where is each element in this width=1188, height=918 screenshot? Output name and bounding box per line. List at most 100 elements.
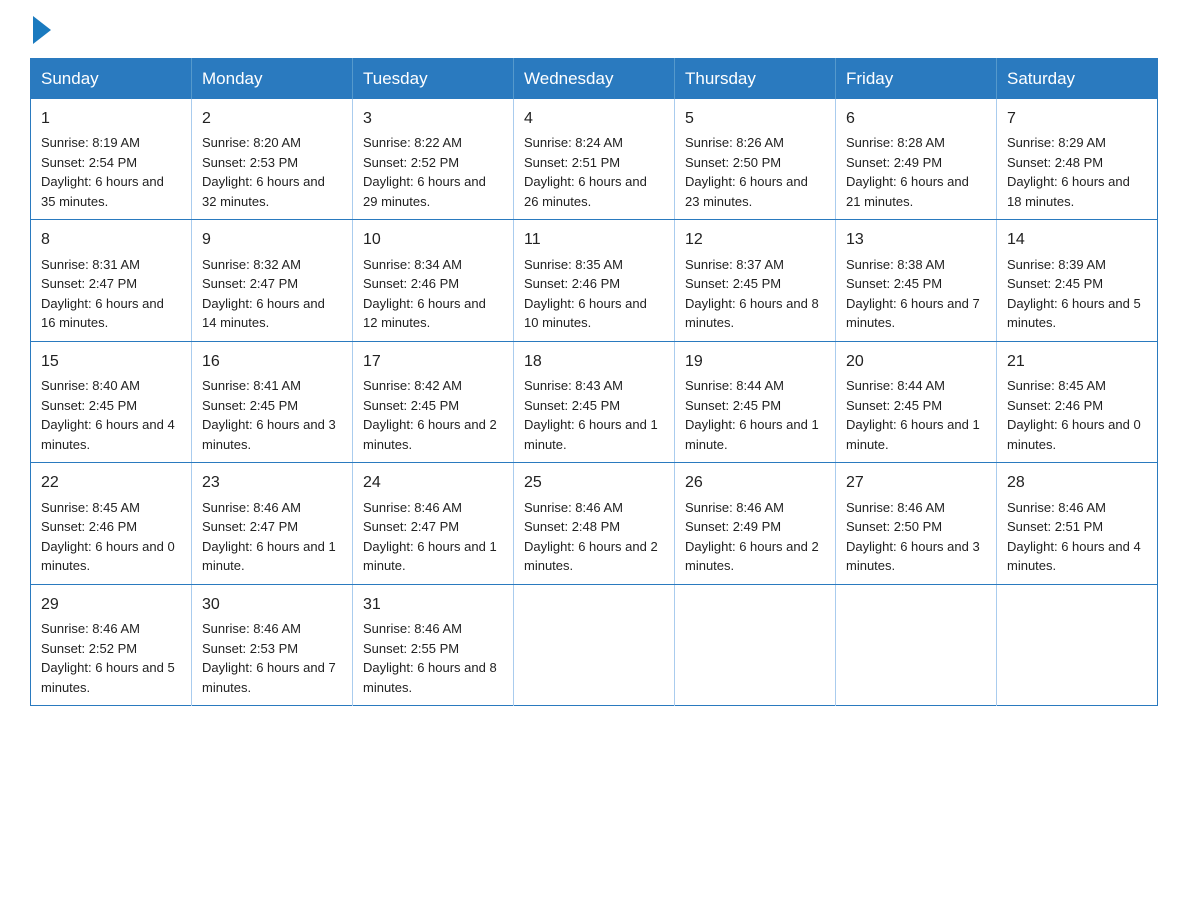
logo-arrow-icon [33, 16, 51, 44]
day-info: Sunrise: 8:32 AMSunset: 2:47 PMDaylight:… [202, 257, 325, 331]
calendar-cell: 8Sunrise: 8:31 AMSunset: 2:47 PMDaylight… [31, 220, 192, 341]
day-info: Sunrise: 8:38 AMSunset: 2:45 PMDaylight:… [846, 257, 980, 331]
calendar-cell: 5 Sunrise: 8:26 AMSunset: 2:50 PMDaylight… [675, 99, 836, 220]
day-number: 15 [41, 350, 181, 373]
day-number: 2 [202, 107, 342, 130]
day-info: Sunrise: 8:45 AMSunset: 2:46 PMDaylight:… [41, 500, 175, 574]
calendar-week-4: 22 Sunrise: 8:45 AMSunset: 2:46 PMDayligh… [31, 463, 1158, 584]
column-header-friday: Friday [836, 59, 997, 100]
day-number: 10 [363, 228, 503, 251]
calendar-cell [675, 584, 836, 705]
calendar-cell: 20 Sunrise: 8:44 AMSunset: 2:45 PMDayligh… [836, 341, 997, 462]
calendar-cell: 14Sunrise: 8:39 AMSunset: 2:45 PMDayligh… [997, 220, 1158, 341]
day-number: 8 [41, 228, 181, 251]
column-header-wednesday: Wednesday [514, 59, 675, 100]
day-number: 7 [1007, 107, 1147, 130]
column-header-saturday: Saturday [997, 59, 1158, 100]
day-info: Sunrise: 8:40 AMSunset: 2:45 PMDaylight:… [41, 378, 175, 452]
day-number: 25 [524, 471, 664, 494]
day-info: Sunrise: 8:44 AMSunset: 2:45 PMDaylight:… [846, 378, 980, 452]
column-header-sunday: Sunday [31, 59, 192, 100]
calendar-cell: 15 Sunrise: 8:40 AMSunset: 2:45 PMDayligh… [31, 341, 192, 462]
calendar-cell: 6 Sunrise: 8:28 AMSunset: 2:49 PMDaylight… [836, 99, 997, 220]
calendar-cell: 19 Sunrise: 8:44 AMSunset: 2:45 PMDayligh… [675, 341, 836, 462]
calendar-week-1: 1 Sunrise: 8:19 AMSunset: 2:54 PMDaylight… [31, 99, 1158, 220]
day-info: Sunrise: 8:45 AMSunset: 2:46 PMDaylight:… [1007, 378, 1141, 452]
day-info: Sunrise: 8:37 AMSunset: 2:45 PMDaylight:… [685, 257, 819, 331]
calendar-cell: 23 Sunrise: 8:46 AMSunset: 2:47 PMDayligh… [192, 463, 353, 584]
day-number: 6 [846, 107, 986, 130]
day-info: Sunrise: 8:46 AMSunset: 2:49 PMDaylight:… [685, 500, 819, 574]
day-number: 4 [524, 107, 664, 130]
calendar-week-5: 29 Sunrise: 8:46 AMSunset: 2:52 PMDayligh… [31, 584, 1158, 705]
day-info: Sunrise: 8:46 AMSunset: 2:47 PMDaylight:… [363, 500, 497, 574]
calendar-cell: 10 Sunrise: 8:34 AMSunset: 2:46 PMDayligh… [353, 220, 514, 341]
day-number: 13 [846, 228, 986, 251]
day-number: 27 [846, 471, 986, 494]
day-info: Sunrise: 8:46 AMSunset: 2:52 PMDaylight:… [41, 621, 175, 695]
column-header-tuesday: Tuesday [353, 59, 514, 100]
column-header-thursday: Thursday [675, 59, 836, 100]
day-number: 21 [1007, 350, 1147, 373]
day-number: 28 [1007, 471, 1147, 494]
day-info: Sunrise: 8:44 AMSunset: 2:45 PMDaylight:… [685, 378, 819, 452]
day-info: Sunrise: 8:26 AMSunset: 2:50 PMDaylight:… [685, 135, 808, 209]
day-number: 3 [363, 107, 503, 130]
calendar-cell: 9Sunrise: 8:32 AMSunset: 2:47 PMDaylight… [192, 220, 353, 341]
day-number: 5 [685, 107, 825, 130]
day-info: Sunrise: 8:35 AMSunset: 2:46 PMDaylight:… [524, 257, 647, 331]
day-number: 26 [685, 471, 825, 494]
calendar-cell: 29 Sunrise: 8:46 AMSunset: 2:52 PMDayligh… [31, 584, 192, 705]
day-number: 16 [202, 350, 342, 373]
day-info: Sunrise: 8:34 AMSunset: 2:46 PMDaylight:… [363, 257, 486, 331]
calendar-cell: 7 Sunrise: 8:29 AMSunset: 2:48 PMDaylight… [997, 99, 1158, 220]
calendar-cell: 17Sunrise: 8:42 AMSunset: 2:45 PMDayligh… [353, 341, 514, 462]
calendar-cell: 13 Sunrise: 8:38 AMSunset: 2:45 PMDayligh… [836, 220, 997, 341]
calendar-week-3: 15 Sunrise: 8:40 AMSunset: 2:45 PMDayligh… [31, 341, 1158, 462]
calendar-cell: 3 Sunrise: 8:22 AMSunset: 2:52 PMDaylight… [353, 99, 514, 220]
column-header-monday: Monday [192, 59, 353, 100]
day-info: Sunrise: 8:39 AMSunset: 2:45 PMDaylight:… [1007, 257, 1141, 331]
day-info: Sunrise: 8:22 AMSunset: 2:52 PMDaylight:… [363, 135, 486, 209]
calendar-header-row: SundayMondayTuesdayWednesdayThursdayFrid… [31, 59, 1158, 100]
day-info: Sunrise: 8:46 AMSunset: 2:47 PMDaylight:… [202, 500, 336, 574]
day-info: Sunrise: 8:43 AMSunset: 2:45 PMDaylight:… [524, 378, 658, 452]
page-header [30, 20, 1158, 38]
calendar-cell: 4Sunrise: 8:24 AMSunset: 2:51 PMDaylight… [514, 99, 675, 220]
day-number: 22 [41, 471, 181, 494]
day-number: 24 [363, 471, 503, 494]
calendar-cell: 16Sunrise: 8:41 AMSunset: 2:45 PMDayligh… [192, 341, 353, 462]
calendar-cell: 18 Sunrise: 8:43 AMSunset: 2:45 PMDayligh… [514, 341, 675, 462]
calendar-cell: 1 Sunrise: 8:19 AMSunset: 2:54 PMDaylight… [31, 99, 192, 220]
day-info: Sunrise: 8:28 AMSunset: 2:49 PMDaylight:… [846, 135, 969, 209]
day-number: 31 [363, 593, 503, 616]
day-number: 29 [41, 593, 181, 616]
day-number: 1 [41, 107, 181, 130]
day-number: 30 [202, 593, 342, 616]
day-info: Sunrise: 8:29 AMSunset: 2:48 PMDaylight:… [1007, 135, 1130, 209]
day-info: Sunrise: 8:20 AMSunset: 2:53 PMDaylight:… [202, 135, 325, 209]
day-number: 20 [846, 350, 986, 373]
calendar-table: SundayMondayTuesdayWednesdayThursdayFrid… [30, 58, 1158, 706]
calendar-cell: 31 Sunrise: 8:46 AMSunset: 2:55 PMDayligh… [353, 584, 514, 705]
day-number: 18 [524, 350, 664, 373]
day-info: Sunrise: 8:46 AMSunset: 2:51 PMDaylight:… [1007, 500, 1141, 574]
day-number: 17 [363, 350, 503, 373]
calendar-cell: 2 Sunrise: 8:20 AMSunset: 2:53 PMDaylight… [192, 99, 353, 220]
day-number: 19 [685, 350, 825, 373]
logo [30, 20, 51, 38]
day-info: Sunrise: 8:19 AMSunset: 2:54 PMDaylight:… [41, 135, 164, 209]
calendar-cell [997, 584, 1158, 705]
calendar-cell: 27 Sunrise: 8:46 AMSunset: 2:50 PMDayligh… [836, 463, 997, 584]
day-info: Sunrise: 8:46 AMSunset: 2:48 PMDaylight:… [524, 500, 658, 574]
calendar-week-2: 8Sunrise: 8:31 AMSunset: 2:47 PMDaylight… [31, 220, 1158, 341]
calendar-cell: 25 Sunrise: 8:46 AMSunset: 2:48 PMDayligh… [514, 463, 675, 584]
day-info: Sunrise: 8:46 AMSunset: 2:50 PMDaylight:… [846, 500, 980, 574]
day-info: Sunrise: 8:46 AMSunset: 2:55 PMDaylight:… [363, 621, 497, 695]
calendar-cell: 28 Sunrise: 8:46 AMSunset: 2:51 PMDayligh… [997, 463, 1158, 584]
day-number: 23 [202, 471, 342, 494]
calendar-cell: 26 Sunrise: 8:46 AMSunset: 2:49 PMDayligh… [675, 463, 836, 584]
calendar-cell: 11Sunrise: 8:35 AMSunset: 2:46 PMDayligh… [514, 220, 675, 341]
day-info: Sunrise: 8:46 AMSunset: 2:53 PMDaylight:… [202, 621, 336, 695]
day-number: 12 [685, 228, 825, 251]
